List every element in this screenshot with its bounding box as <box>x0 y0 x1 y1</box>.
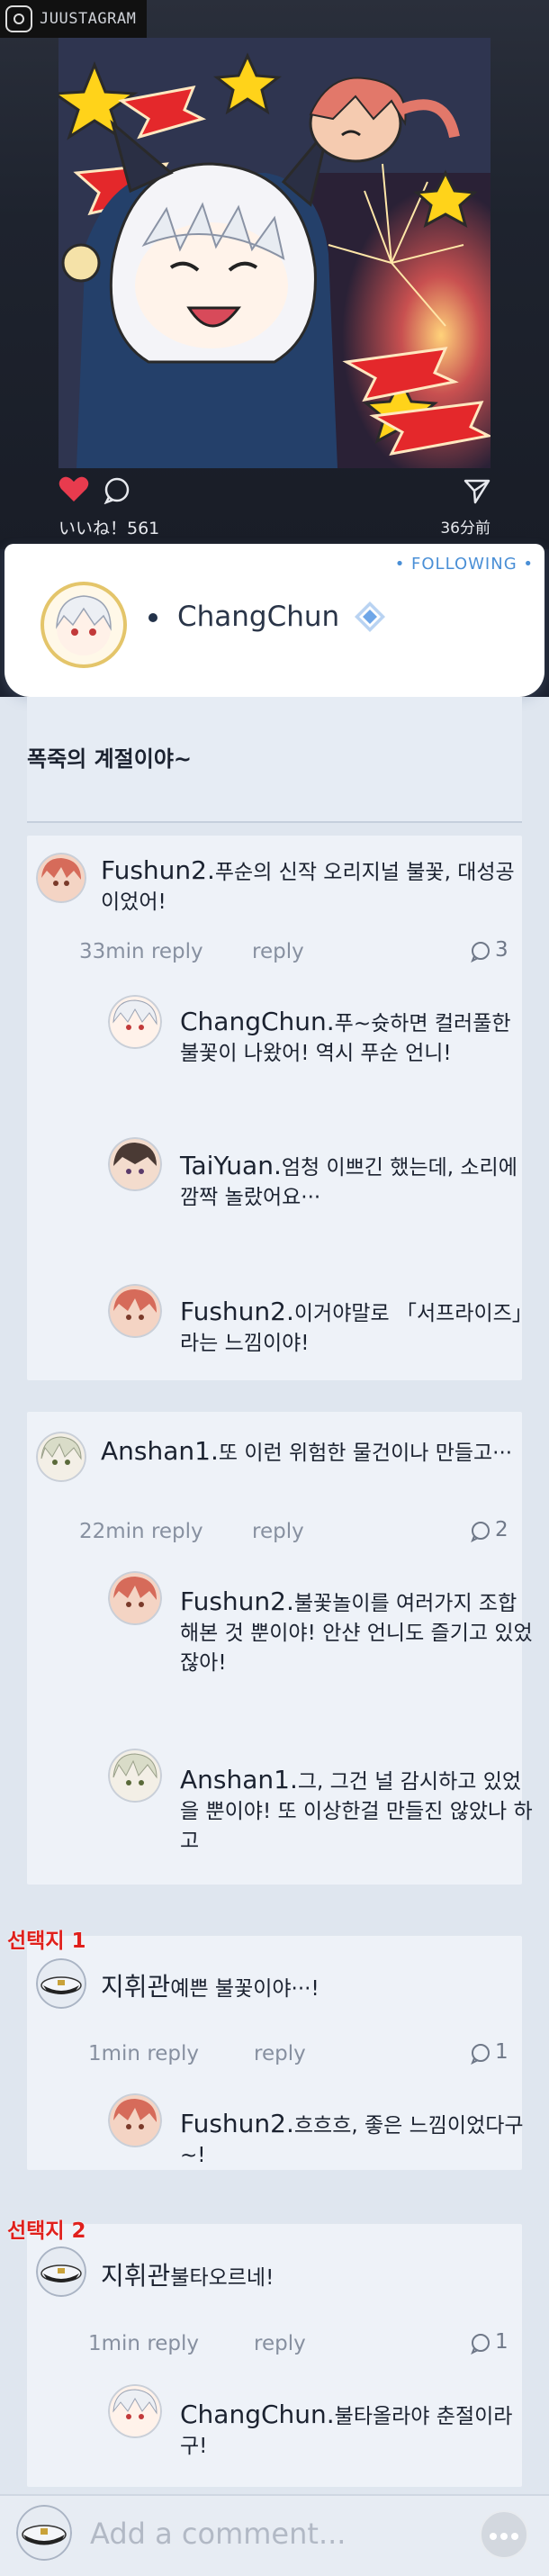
reply-button[interactable]: reply <box>252 1520 304 1543</box>
comment-time: 1min reply <box>88 2042 200 2065</box>
post-image[interactable] <box>58 38 490 468</box>
app-badge: JUUSTAGRAM <box>0 0 148 38</box>
reply-count: 2 <box>495 1518 508 1541</box>
reply-comment: Fushun2.불꽃놀이를 여러가지 조합해본 것 뿐이야! 안샨 언니도 즐기… <box>180 1586 536 1678</box>
comment-author[interactable]: Fushun2. <box>101 855 215 885</box>
camera-logo-icon <box>5 5 32 32</box>
avatar[interactable] <box>108 2093 162 2147</box>
comment-author[interactable]: 지휘관 <box>101 1972 170 2002</box>
avatar[interactable] <box>108 995 162 1049</box>
comment-author[interactable]: TaiYuan. <box>180 1151 282 1180</box>
reply-comment: ChangChun.불타올라야 춘절이라구! <box>180 2400 536 2462</box>
choice-label: 선택지 2 <box>7 2219 86 2243</box>
comment: Anshan1.또 이런 위험한 물건이나 만들고··· <box>101 1436 533 1469</box>
comment-author[interactable]: Fushun2. <box>180 1586 294 1616</box>
reply-count-icon <box>471 1522 490 1542</box>
avatar[interactable] <box>108 1571 162 1625</box>
comment-author[interactable]: Fushun2. <box>180 1297 294 1326</box>
reply-comment: TaiYuan.엄청 이쁘긴 했는데, 소리에 깜짝 놀랐어요··· <box>180 1151 536 1213</box>
post-actions <box>58 475 490 511</box>
profile-bullet <box>148 613 158 622</box>
avatar[interactable] <box>108 1137 162 1191</box>
reply-count-icon <box>471 2044 490 2065</box>
choice-comment: 지휘관예쁜 불꽃이야···! <box>101 1967 524 2004</box>
app-name: JUUSTAGRAM <box>40 10 137 28</box>
avatar[interactable] <box>36 853 86 903</box>
avatar[interactable] <box>108 1749 162 1803</box>
post-caption: 폭죽의 계절이야~ <box>27 746 193 772</box>
commander-avatar[interactable] <box>16 2505 72 2561</box>
comment-text: 또 이런 위험한 물건이나 만들고··· <box>218 1442 513 1465</box>
reply-button[interactable]: reply <box>252 940 304 963</box>
commander-avatar[interactable] <box>36 1958 86 2009</box>
comment-author[interactable]: ChangChun. <box>180 2400 335 2429</box>
choice-comment: 지휘관불타오르네! <box>101 2256 524 2293</box>
reply-button[interactable]: reply <box>254 2042 306 2065</box>
verified-badge-icon <box>355 601 385 632</box>
comment-text: 예쁜 불꽃이야···! <box>170 1977 320 2001</box>
commander-avatar[interactable] <box>36 2246 86 2297</box>
heart-icon[interactable] <box>58 475 89 502</box>
divider <box>27 821 522 823</box>
reply-comment: Fushun2.이거야말로 「서프라이즈」라는 느낌이야! <box>180 1297 536 1359</box>
reply-count-icon <box>471 942 490 963</box>
avatar[interactable] <box>108 1284 162 1338</box>
post-illustration <box>58 38 490 468</box>
comment-author[interactable]: Fushun2. <box>180 2109 294 2138</box>
comment-icon[interactable] <box>104 477 130 504</box>
profile-avatar[interactable] <box>40 582 127 672</box>
profile-name[interactable]: ChangChun <box>177 601 339 633</box>
reply-comment: ChangChun.푸~슛하면 컬러풀한 불꽃이 나왔어! 역시 푸순 언니! <box>180 1007 536 1069</box>
comment-input[interactable]: Add a comment... <box>90 2517 346 2551</box>
comment-author[interactable]: Anshan1. <box>101 1436 219 1466</box>
reply-comment: Fushun2.흐흐흐, 좋은 느낌이었다구~! <box>180 2109 536 2171</box>
post-time: 36分前 <box>440 520 490 538</box>
comment-author[interactable]: Anshan1. <box>180 1765 298 1794</box>
avatar[interactable] <box>108 2384 162 2438</box>
choice-label: 선택지 1 <box>7 1930 86 1953</box>
avatar[interactable] <box>36 1432 86 1482</box>
comment-time: 33min reply <box>79 940 203 963</box>
send-icon[interactable] <box>464 477 490 504</box>
profile-card: • FOLLOWING • ChangChun <box>4 544 544 697</box>
comment-author[interactable]: ChangChun. <box>180 1007 335 1036</box>
reply-count: 1 <box>495 2040 508 2064</box>
likes-count: いいね！561 <box>58 519 160 538</box>
reply-comment: Anshan1.그, 그건 널 감시하고 있었을 뿐이야! 또 이상한걸 만들진… <box>180 1765 536 1857</box>
comment: Fushun2.푸순의 신작 오리지널 불꽃, 대성공이었어! <box>101 855 524 917</box>
comment-time: 22min reply <box>79 1520 203 1543</box>
more-dots-icon[interactable] <box>480 2510 528 2559</box>
comment-text: 불타오르네! <box>170 2266 274 2290</box>
reply-button[interactable]: reply <box>254 2332 306 2355</box>
comment-author[interactable]: 지휘관 <box>101 2261 170 2291</box>
reply-count: 3 <box>495 938 508 962</box>
following-button[interactable]: • FOLLOWING • <box>395 555 534 574</box>
reply-count: 1 <box>495 2330 508 2354</box>
reply-count-icon <box>471 2334 490 2355</box>
comment-time: 1min reply <box>88 2332 200 2355</box>
